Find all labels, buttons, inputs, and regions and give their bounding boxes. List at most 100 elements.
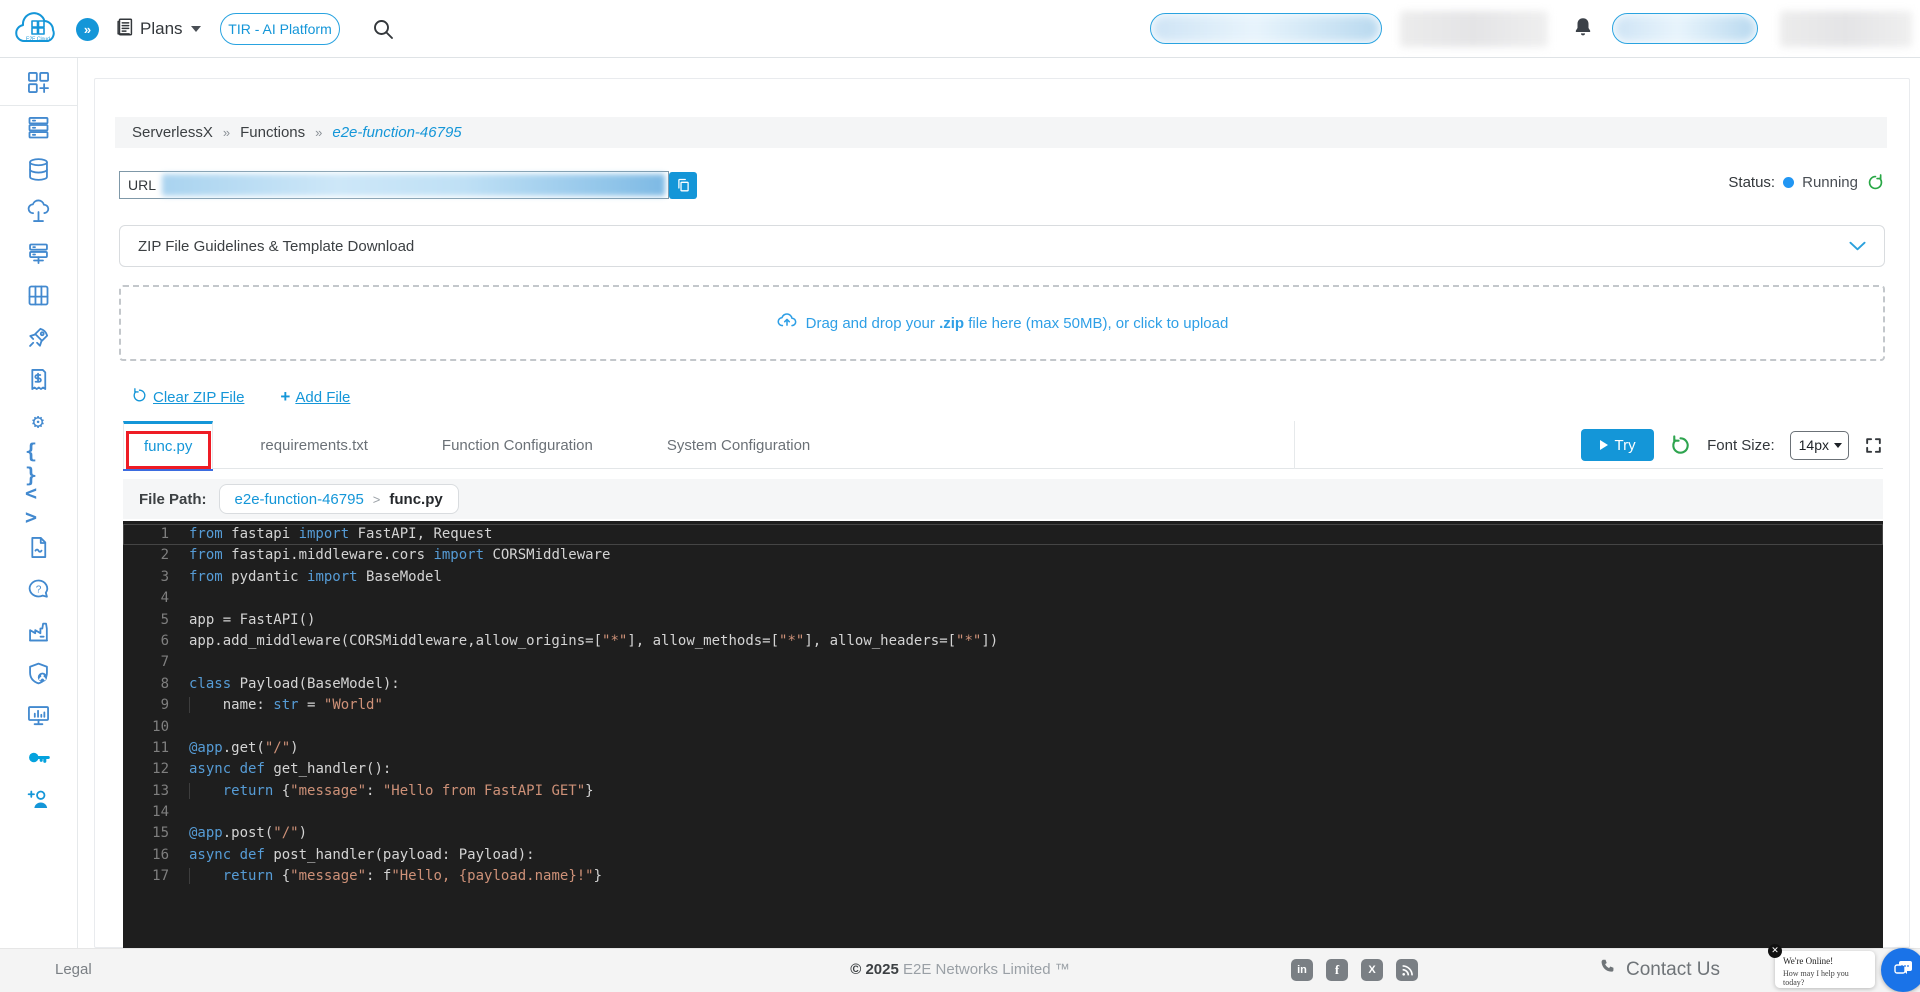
rocket-icon [25,324,52,351]
curly-braces-icon: { } [25,439,39,487]
code-editor[interactable]: 1 from fastapi import FastAPI, Request 2 fr… [123,521,1883,949]
sidebar-item-dashboard[interactable] [0,60,77,106]
line-number: 4 [160,590,169,607]
line-number: 8 [160,675,169,692]
redacted-user-info [1780,11,1912,47]
line-number: 2 [160,547,169,564]
code-line: 8 class Payload(BaseModel): [123,674,1883,695]
sidebar-item-billing[interactable] [0,358,77,400]
sidebar-item-monitoring[interactable] [0,694,77,736]
play-icon [1599,440,1608,450]
e2e-cloud-logo-icon[interactable]: E2E Cloud [10,7,66,51]
tab-function-configuration[interactable]: Function Configuration [415,421,620,469]
plans-label: Plans [140,19,183,38]
status-group: Status: Running [1728,173,1885,192]
factory-icon [25,618,52,645]
contact-us-link[interactable]: Contact Us [1598,957,1720,982]
sidebar-item-apikey[interactable] [0,736,77,778]
chevron-right-icon: > [372,491,381,507]
code-line: 17 return {"message": f"Hello, {payload.… [123,866,1883,887]
zip-guidelines-title: ZIP File Guidelines & Template Download [138,237,415,255]
sidebar-item-nodes[interactable] [0,232,77,274]
notifications-bell-icon[interactable] [1572,14,1594,40]
code-brackets-icon: < > [25,481,39,529]
redacted-action-pill[interactable] [1612,13,1758,44]
search-icon[interactable] [371,17,395,41]
sidebar-item-launch[interactable] [0,316,77,358]
line-number: 17 [152,868,169,885]
sidebar-item-code[interactable]: < > [0,481,77,529]
code-line: 15 @app.post("/") [123,823,1883,844]
sidebar-item-database[interactable] [0,148,77,190]
chat-bubbles-icon [1891,956,1915,985]
key-icon [25,744,52,771]
url-status-row: URL Status: Running [119,171,1885,199]
clear-zip-file-button[interactable]: Clear ZIP File [131,387,244,408]
tab-system-configuration[interactable]: System Configuration [640,421,837,469]
breadcrumb-serverlessx[interactable]: ServerlessX [132,124,213,141]
function-url-field[interactable]: URL [119,171,669,199]
add-file-button[interactable]: + Add File [280,387,350,407]
tab-requirements-txt[interactable]: requirements.txt [233,421,395,469]
file-path-folder[interactable]: e2e-function-46795 [235,491,364,508]
sidebar-item-security[interactable] [0,652,77,694]
code-line: 10 [123,717,1883,738]
toolbar-divider [1294,421,1295,469]
facebook-icon[interactable]: f [1326,959,1348,981]
tir-ai-platform-button[interactable]: TIR - AI Platform [220,13,340,45]
line-number: 3 [160,568,169,585]
undo-reset-code-icon[interactable] [1669,434,1692,457]
sidebar-item-settings[interactable]: ⚙ [0,400,77,442]
sidebar-item-compute[interactable] [0,106,77,148]
sidebar-item-cloud-network[interactable] [0,190,77,232]
zip-dropzone[interactable]: Drag and drop your .zip file here (max 5… [119,285,1885,361]
reset-history-icon [131,387,148,408]
sidebar-item-adduser[interactable] [0,778,77,820]
file-path-bar: File Path: e2e-function-46795 > func.py [123,479,1883,519]
line-number: 16 [152,846,169,863]
sidebar-item-support[interactable]: ? [0,568,77,610]
chat-close-icon[interactable]: ✕ [1768,944,1782,958]
breadcrumb-functions[interactable]: Functions [240,124,305,141]
fullscreen-icon[interactable] [1864,436,1883,455]
line-number: 12 [152,761,169,778]
x-twitter-icon[interactable]: X [1361,959,1383,981]
breadcrumb: ServerlessX » Functions » e2e-function-4… [115,117,1887,148]
font-size-select[interactable]: 14px [1789,430,1849,460]
redacted-url-value [162,174,665,196]
sidebar-item-storage[interactable] [0,274,77,316]
plans-menu[interactable]: Plans [114,15,201,43]
sidebar-item-api[interactable]: { } [0,439,77,487]
rss-icon[interactable] [1396,959,1418,981]
tab-func-py[interactable]: func.py [123,421,214,471]
sidebar-item-factory[interactable] [0,610,77,652]
editor-tab-bar: func.py requirements.txt Function Config… [123,421,1883,471]
code-line: 1 from fastapi import FastAPI, Request [123,524,1883,546]
billing-receipt-icon [25,366,52,393]
copy-url-button[interactable] [669,172,697,199]
plus-icon: + [280,387,291,406]
sidebar-expand-button[interactable]: » [76,18,99,41]
linkedin-icon[interactable]: in [1291,959,1313,981]
social-links: in f X [1291,959,1418,981]
code-line: 11 @app.get("/") [123,738,1883,759]
compute-servers-icon [25,114,52,141]
line-number: 14 [152,804,169,821]
chat-launcher-button[interactable] [1881,948,1920,992]
top-bar: E2E Cloud » Plans TIR - AI Platform [0,0,1920,58]
code-line: 12 async def get_handler(): [123,759,1883,780]
zip-guidelines-accordion[interactable]: ZIP File Guidelines & Template Download [119,225,1885,267]
line-number: 10 [152,718,169,735]
file-path-file: func.py [389,490,443,508]
svg-text:?: ? [36,584,42,595]
try-button[interactable]: Try [1581,429,1655,461]
status-value: Running [1802,174,1858,191]
code-line: 13 return {"message": "Hello from FastAP… [123,781,1883,802]
chat-help-icon: ? [25,576,52,603]
sidebar-item-documents[interactable] [0,526,77,568]
redacted-account-pill[interactable] [1150,13,1382,44]
plans-icon [114,16,136,43]
line-number: 1 [160,526,169,542]
file-actions-row: Clear ZIP File + Add File [131,385,350,409]
refresh-status-icon[interactable] [1866,173,1885,192]
